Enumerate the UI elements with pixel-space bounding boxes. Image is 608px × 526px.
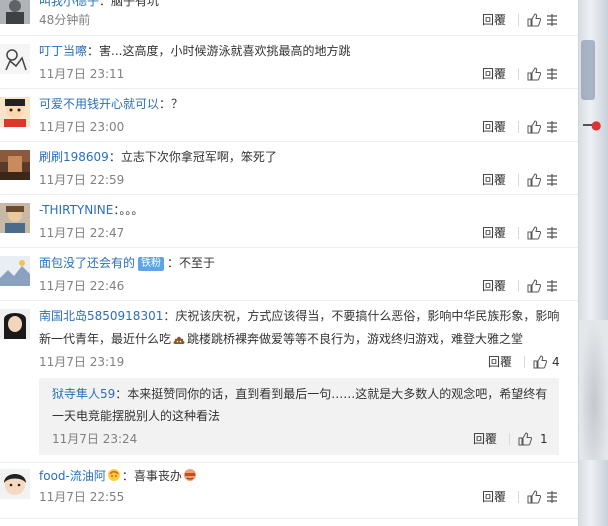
divider — [518, 280, 519, 292]
comment-text: ：立志下次你拿冠军啊，笨死了 — [108, 150, 277, 164]
comment-username[interactable]: 南国北岛5850918301 — [39, 309, 163, 323]
reply-button[interactable]: 回覆 — [482, 172, 506, 188]
avatar[interactable] — [0, 150, 30, 180]
like-icon[interactable] — [518, 432, 532, 446]
more-icon[interactable] — [545, 226, 559, 240]
poop-emoji-icon — [173, 336, 185, 344]
like-count: 4 — [552, 355, 560, 369]
like-icon[interactable] — [527, 13, 541, 27]
face-emoji-icon — [183, 469, 196, 481]
reply-button[interactable]: 回覆 — [473, 431, 497, 447]
reply-button[interactable]: 回覆 — [482, 12, 506, 28]
like-icon[interactable] — [527, 226, 541, 240]
side-image-strip: ● — [578, 0, 608, 526]
comment-text: ：不至于 — [167, 256, 216, 270]
comment-text: ：喜事丧办 — [121, 469, 182, 483]
comment-feed: 叫我小德子：脑子有坑 48分钟前 回覆 叮丁当嚓：害...这高度，小时候游泳就喜… — [0, 0, 578, 526]
comment-time: 11月7日 23:24 — [52, 432, 138, 446]
avatar[interactable] — [0, 309, 30, 339]
divider — [518, 68, 519, 80]
comment-item: 叮丁当嚓：害...这高度，小时候游泳就喜欢挑最高的地方跳 11月7日 23:11… — [0, 36, 578, 89]
divider — [509, 433, 510, 445]
divider — [524, 356, 525, 368]
divider — [518, 227, 519, 239]
comment-text: ：？ — [159, 97, 184, 111]
comment-username[interactable]: -THIRTYNINE — [39, 203, 113, 217]
comment-time: 11月7日 22:47 — [39, 226, 125, 240]
comment-time: 11月7日 22:59 — [39, 173, 125, 187]
like-icon[interactable] — [527, 120, 541, 134]
comment-username[interactable]: 叫我小德子 — [39, 0, 99, 8]
comment-text: ：。。。 — [113, 203, 144, 217]
more-icon[interactable] — [545, 13, 559, 27]
comment-username[interactable]: 面包没了还会有的 — [39, 256, 135, 270]
comment-time: 11月7日 23:19 — [39, 355, 125, 369]
comment-username[interactable]: 刷刷198609 — [39, 150, 109, 164]
comment-text: 跳楼跳桥裸奔做爱等等不良行为，游戏终归游戏，难登大雅之堂 — [187, 332, 524, 346]
comment-username[interactable]: 狱寺隼人59 — [52, 387, 115, 401]
sub-reply: 狱寺隼人59：本来挺赞同你的话，直到看到最后一句……这就是大多数人的观念吧，希望… — [39, 378, 559, 455]
comment-time: 11月7日 22:46 — [39, 279, 125, 293]
like-icon[interactable] — [533, 355, 547, 369]
fan-badge: 铁粉 — [138, 257, 165, 271]
reply-button[interactable]: 回覆 — [482, 225, 506, 241]
divider — [518, 14, 519, 26]
more-icon[interactable] — [545, 490, 559, 504]
comment-item: 叫我小德子：脑子有坑 48分钟前 回覆 — [0, 0, 578, 36]
comment-text: ：庆祝该庆祝，方式应该得当，不要搞什么恶俗，影响中华民族形象，影响 — [163, 309, 560, 323]
comment-text: ：脑子有坑 — [99, 0, 160, 8]
more-icon[interactable] — [545, 173, 559, 187]
divider — [518, 174, 519, 186]
avatar[interactable] — [0, 0, 30, 24]
like-icon[interactable] — [527, 173, 541, 187]
more-icon[interactable] — [545, 67, 559, 81]
avatar[interactable] — [0, 203, 30, 233]
comment-item: -THIRTYNINE：。。。 11月7日 22:47 回覆 — [0, 195, 578, 248]
comment-item: food-流油阿 ：喜事丧办 11月7日 22:55 回覆 — [0, 463, 578, 519]
comment-username[interactable]: 叮丁当嚓 — [39, 44, 87, 58]
comment-item: 刷刷198609：立志下次你拿冠军啊，笨死了 11月7日 22:59 回覆 — [0, 142, 578, 195]
comment-username[interactable]: food-流油阿 — [39, 469, 106, 483]
comment-item: 面包没了还会有的 铁粉 ：不至于 11月7日 22:46 回覆 — [0, 248, 578, 301]
comment-time: 11月7日 22:55 — [39, 490, 125, 504]
avatar[interactable] — [0, 44, 30, 74]
comment-time: 11月7日 23:11 — [39, 67, 125, 81]
like-icon[interactable] — [527, 67, 541, 81]
reply-button[interactable]: 回覆 — [488, 354, 512, 370]
more-icon[interactable] — [545, 120, 559, 134]
reply-button[interactable]: 回覆 — [482, 66, 506, 82]
comment-text: ：害...这高度，小时候游泳就喜欢挑最高的地方跳 — [87, 44, 351, 58]
more-icon[interactable] — [545, 279, 559, 293]
reply-button[interactable]: 回覆 — [482, 119, 506, 135]
divider — [518, 491, 519, 503]
lollipop-emoji-icon — [107, 469, 120, 481]
like-count: 1 — [540, 432, 548, 446]
divider — [518, 121, 519, 133]
reply-button[interactable]: 回覆 — [482, 489, 506, 505]
comment-time: 48分钟前 — [39, 13, 91, 27]
like-icon[interactable] — [527, 279, 541, 293]
comment-item: 可爱不用钱开心就可以：？ 11月7日 23:00 回覆 — [0, 89, 578, 142]
avatar[interactable] — [0, 469, 30, 499]
avatar[interactable] — [0, 97, 30, 127]
comment-username[interactable]: 可爱不用钱开心就可以 — [39, 97, 159, 111]
comment-text: 一天电竞能摆脱别人的这种看法 — [52, 409, 221, 423]
comment-time: 11月7日 23:00 — [39, 120, 125, 134]
reply-button[interactable]: 回覆 — [482, 278, 506, 294]
comment-text: ：本来挺赞同你的话，直到看到最后一句……这就是大多数人的观念吧，希望终有 — [115, 387, 548, 401]
like-icon[interactable] — [527, 490, 541, 504]
comment-text: 新一代青年，最近什么吃 — [39, 332, 172, 346]
avatar[interactable] — [0, 256, 30, 286]
